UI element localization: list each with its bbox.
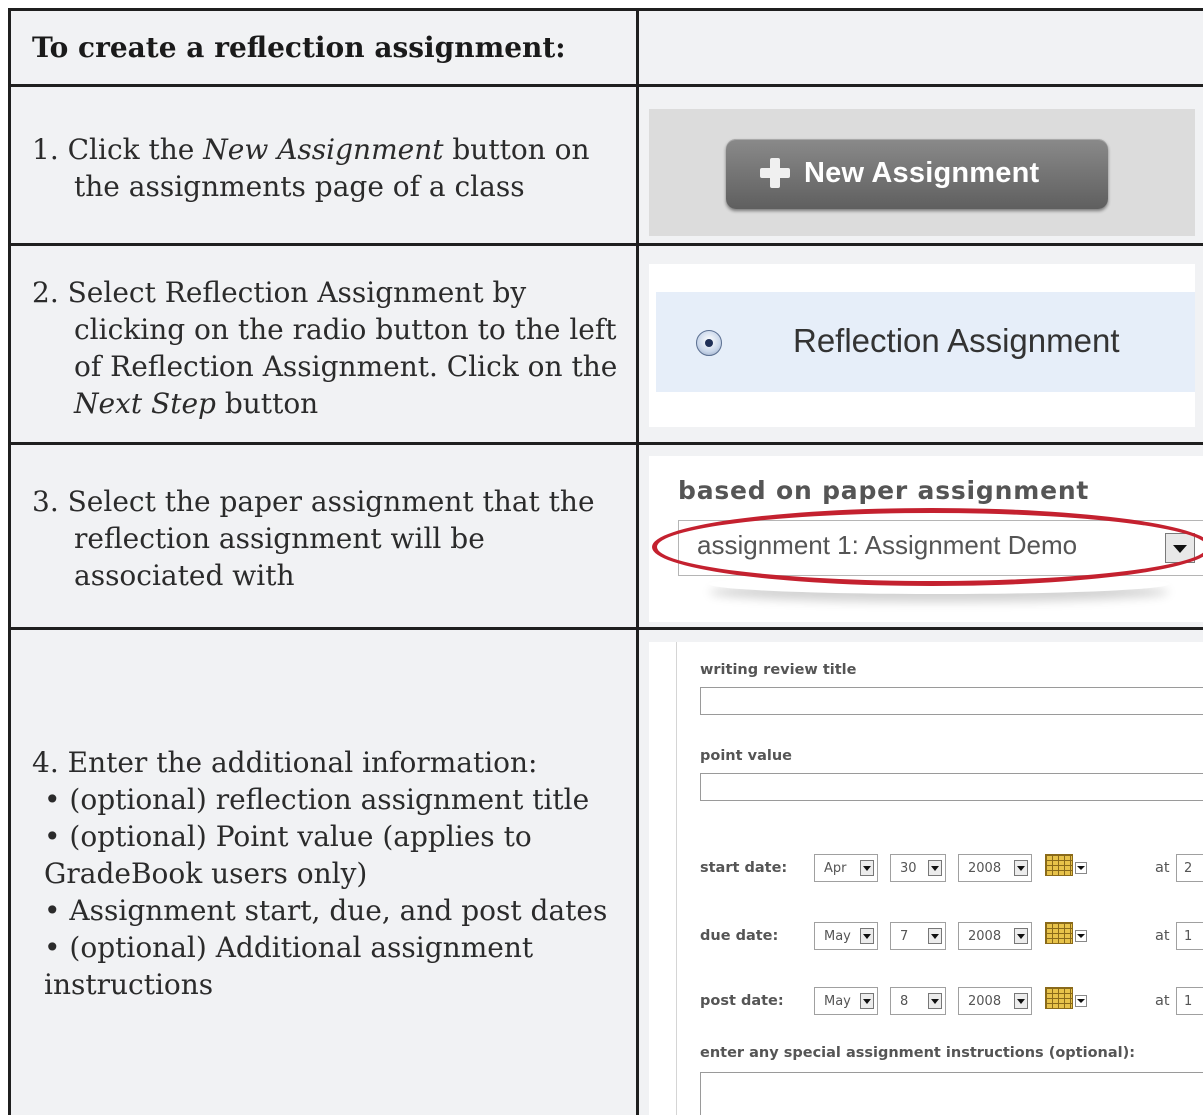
at-label: at [1155,993,1170,1009]
list-item: • (optional) Point value (applies to Gra… [44,820,532,890]
table-border [8,442,1203,445]
day-select[interactable]: 7 [890,922,946,950]
plus-icon [760,158,790,188]
table-title: To create a reflection assignment: [32,31,566,64]
points-label: point value [700,748,792,764]
year-select[interactable]: 2008 [958,987,1032,1015]
year-select[interactable]: 2008 [958,922,1032,950]
time-select[interactable]: 1 [1176,922,1203,950]
step-4-cell: 4. Enter the additional information: • (… [11,630,636,1115]
radio-option-row: Reflection Assignment [656,292,1195,392]
step-4-intro: 4. Enter the additional information: [32,746,538,779]
table-border [636,8,639,1115]
month-select[interactable]: May [814,922,878,950]
points-input[interactable] [700,773,1203,801]
chevron-down-icon [860,993,874,1009]
date-label: due date: [700,928,779,944]
list-item: • (optional) reflection assignment title [44,783,590,816]
header-cell: To create a reflection assignment: [11,11,636,84]
step-3-cell: 3. Select the paper assignment that the … [11,445,636,627]
table-border [8,8,1203,11]
start-date-row: start date: Apr 30 2008 at 2 [649,854,1203,884]
radio-label: Reflection Assignment [793,322,1120,359]
step-4-text: 4. Enter the additional information: • (… [32,744,624,1003]
based-on-label: based on paper assignment [678,476,1090,505]
list-item: • (optional) Additional assignment instr… [44,931,534,1001]
header-right-cell [639,11,1203,84]
paper-assignment-screenshot: based on paper assignment assignment 1: … [649,456,1203,622]
day-select[interactable]: 30 [890,854,946,882]
month-select[interactable]: May [814,987,878,1015]
table-border [8,627,1203,630]
reflection-assignment-radio[interactable] [696,330,722,356]
chevron-down-icon [928,993,942,1009]
chevron-down-icon [928,860,942,876]
due-date-row: due date: May 7 2008 at 1 [649,922,1203,952]
reflection-radio-screenshot: Reflection Assignment [649,264,1195,427]
table-border [8,84,1203,87]
post-date-row: post date: May 8 2008 at 1 [649,987,1203,1017]
list-item: • Assignment start, due, and post dates [44,894,608,927]
date-label: start date: [700,860,788,876]
new-assignment-button[interactable]: New Assignment [726,139,1108,209]
chevron-down-icon [928,928,942,944]
instructions-label: enter any special assignment instruction… [700,1045,1136,1061]
month-select[interactable]: Apr [814,854,878,882]
highlight-ellipse [652,508,1203,586]
table-border [8,8,11,1115]
time-select[interactable]: 2 [1176,854,1203,882]
at-label: at [1155,928,1170,944]
chevron-down-icon [1014,993,1028,1009]
date-label: post date: [700,993,784,1009]
step-2-text: 2. Select Reflection Assignment by click… [32,276,618,420]
step-1-text: 1. Click the New Assignment button on th… [32,133,590,203]
day-select[interactable]: 8 [890,987,946,1015]
chevron-down-icon [860,860,874,876]
new-assignment-button-label: New Assignment [804,157,1040,189]
title-label: writing review title [700,662,857,678]
step-2-cell: 2. Select Reflection Assignment by click… [11,246,636,442]
chevron-down-icon [1014,860,1028,876]
title-input[interactable] [700,687,1203,715]
chevron-down-icon [1014,928,1028,944]
year-select[interactable]: 2008 [958,854,1032,882]
at-label: at [1155,860,1170,876]
step-3-text: 3. Select the paper assignment that the … [32,485,595,592]
chevron-down-icon [860,928,874,944]
step-4-bullets: • (optional) reflection assignment title… [32,781,624,1003]
step-1-cell: 1. Click the New Assignment button on th… [11,87,636,243]
assignment-details-screenshot: writing review title point value start d… [649,642,1203,1115]
calendar-icon[interactable] [1045,987,1089,1013]
calendar-icon[interactable] [1045,854,1089,880]
instruction-table: To create a reflection assignment: 1. Cl… [0,0,1203,1115]
instructions-textarea[interactable] [700,1072,1203,1115]
calendar-icon[interactable] [1045,922,1089,948]
time-select[interactable]: 1 [1176,987,1203,1015]
new-assignment-screenshot: New Assignment [649,109,1195,236]
table-border [8,243,1203,246]
